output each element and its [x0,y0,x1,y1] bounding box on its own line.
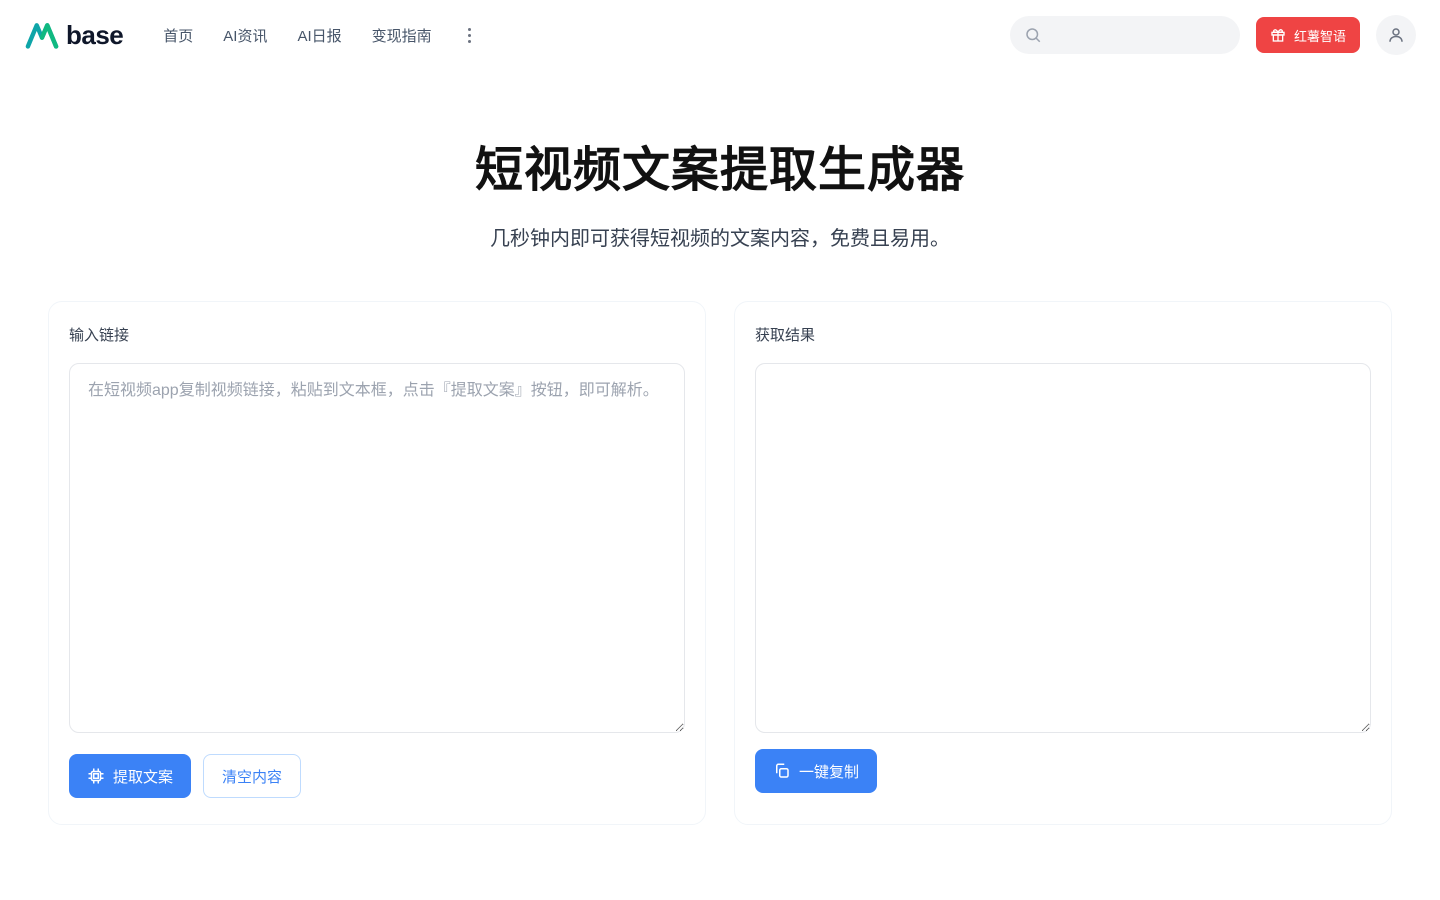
header-right: 红薯智语 [1010,15,1416,55]
output-area[interactable] [755,363,1371,733]
output-panel: 获取结果 一键复制 [734,301,1392,825]
url-input[interactable] [69,363,685,733]
site-header: base 首页 AI资讯 AI日报 变现指南 红薯智语 [0,0,1440,70]
user-icon [1387,26,1405,44]
promo-button[interactable]: 红薯智语 [1256,17,1360,53]
copy-button[interactable]: 一键复制 [755,749,877,793]
input-panel-label: 输入链接 [69,324,685,345]
copy-icon [773,762,791,780]
search-icon [1024,26,1042,44]
nav-ai-news[interactable]: AI资讯 [223,25,267,46]
logo-icon [24,20,60,50]
cpu-icon [87,767,105,785]
nav-more-icon[interactable] [462,22,477,49]
nav-monetization-guide[interactable]: 变现指南 [372,25,432,46]
main-nav: 首页 AI资讯 AI日报 变现指南 [163,22,1010,49]
copy-button-label: 一键复制 [799,761,859,782]
clear-button[interactable]: 清空内容 [203,754,301,798]
gift-icon [1270,27,1286,43]
input-panel: 输入链接 提取文案 清空内容 [48,301,706,825]
output-actions: 一键复制 [755,749,1371,793]
avatar[interactable] [1376,15,1416,55]
search-input[interactable] [1010,16,1240,54]
promo-button-label: 红薯智语 [1294,26,1346,45]
extract-button-label: 提取文案 [113,766,173,787]
extract-button[interactable]: 提取文案 [69,754,191,798]
logo-text: base [66,20,123,51]
logo[interactable]: base [24,20,123,51]
nav-home[interactable]: 首页 [163,25,193,46]
hero: 短视频文案提取生成器 几秒钟内即可获得短视频的文案内容，免费且易用。 [0,70,1440,301]
clear-button-label: 清空内容 [222,766,282,787]
page-title: 短视频文案提取生成器 [0,130,1440,200]
input-actions: 提取文案 清空内容 [69,754,685,798]
nav-ai-daily[interactable]: AI日报 [297,25,341,46]
page-subtitle: 几秒钟内即可获得短视频的文案内容，免费且易用。 [0,222,1440,251]
panels: 输入链接 提取文案 清空内容 获取结果 [0,301,1440,865]
output-panel-label: 获取结果 [755,324,1371,345]
